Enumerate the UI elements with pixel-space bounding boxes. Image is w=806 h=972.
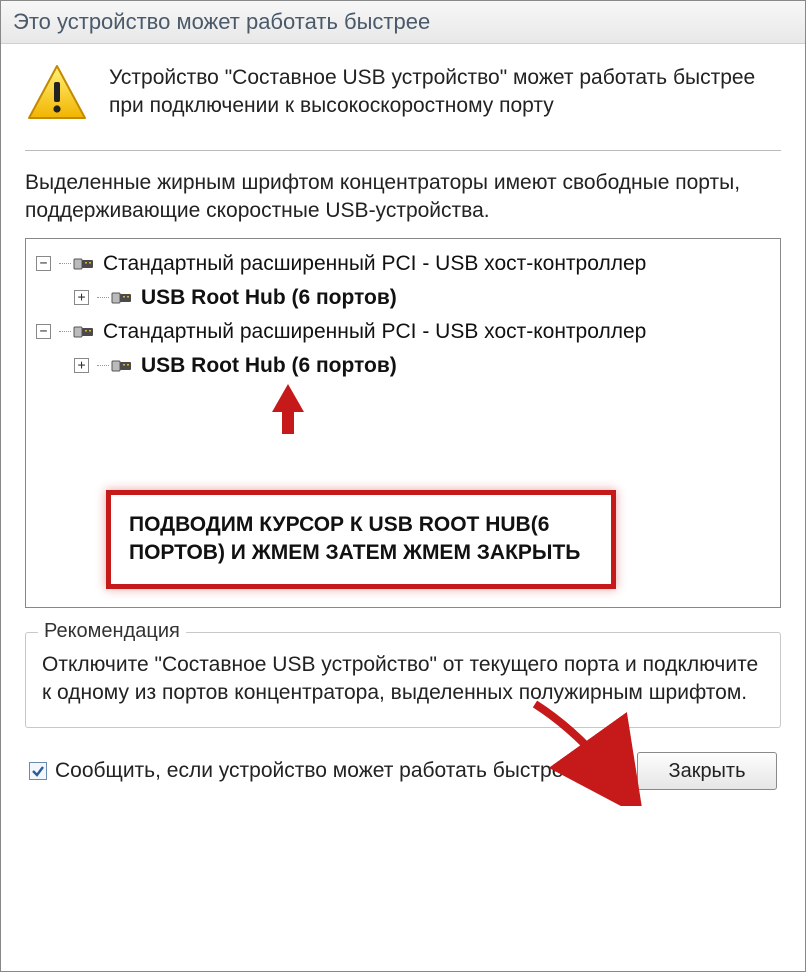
expand-toggle[interactable]: − (36, 256, 51, 271)
recommendation-group: Рекомендация Отключите "Составное USB ус… (25, 632, 781, 729)
expand-toggle[interactable]: + (74, 290, 89, 305)
tree-item-label: USB Root Hub (6 портов) (141, 286, 397, 310)
instruction-text: Выделенные жирным шрифтом концентраторы … (25, 169, 781, 226)
dialog-window: Это устройство может работать быстрее (0, 0, 806, 972)
close-button[interactable]: Закрыть (637, 752, 777, 790)
warning-icon (25, 62, 89, 126)
tree-row[interactable]: − Стандартный расширенный PCI - USB хост… (30, 247, 776, 281)
header-row: Устройство "Составное USB устройство" мо… (25, 62, 781, 151)
titlebar: Это устройство может работать быстрее (1, 1, 805, 44)
tree-item-label: USB Root Hub (6 портов) (141, 354, 397, 378)
notify-checkbox[interactable] (29, 762, 47, 780)
notify-checkbox-wrap[interactable]: Сообщить, если устройство может работать… (29, 759, 575, 783)
expand-toggle[interactable]: + (74, 358, 89, 373)
notify-checkbox-label: Сообщить, если устройство может работать… (55, 759, 575, 783)
recommendation-text: Отключите "Составное USB устройство" от … (42, 651, 764, 708)
annotation-arrow-up-icon (268, 384, 308, 434)
annotation-callout: ПОДВОДИМ КУРСОР К USB ROOT HUB(6 ПОРТОВ)… (106, 490, 616, 589)
recommendation-label: Рекомендация (38, 620, 186, 643)
dialog-footer: Сообщить, если устройство может работать… (25, 752, 781, 800)
dialog-content: Устройство "Составное USB устройство" мо… (1, 44, 805, 812)
tree-row[interactable]: − Стандартный расширенный PCI - USB хост… (30, 315, 776, 349)
device-tree[interactable]: − Стандартный расширенный PCI - USB хост… (25, 238, 781, 608)
window-title: Это устройство может работать быстрее (13, 9, 430, 34)
annotation-callout-text: ПОДВОДИМ КУРСОР К USB ROOT HUB(6 ПОРТОВ)… (129, 511, 593, 568)
header-message: Устройство "Составное USB устройство" мо… (109, 62, 781, 121)
expand-toggle[interactable]: − (36, 324, 51, 339)
tree-row[interactable]: + USB Root Hub (6 портов) (30, 349, 776, 383)
tree-item-label: Стандартный расширенный PCI - USB хост-к… (103, 252, 646, 276)
tree-row[interactable]: + USB Root Hub (6 портов) (30, 281, 776, 315)
tree-item-label: Стандартный расширенный PCI - USB хост-к… (103, 320, 646, 344)
